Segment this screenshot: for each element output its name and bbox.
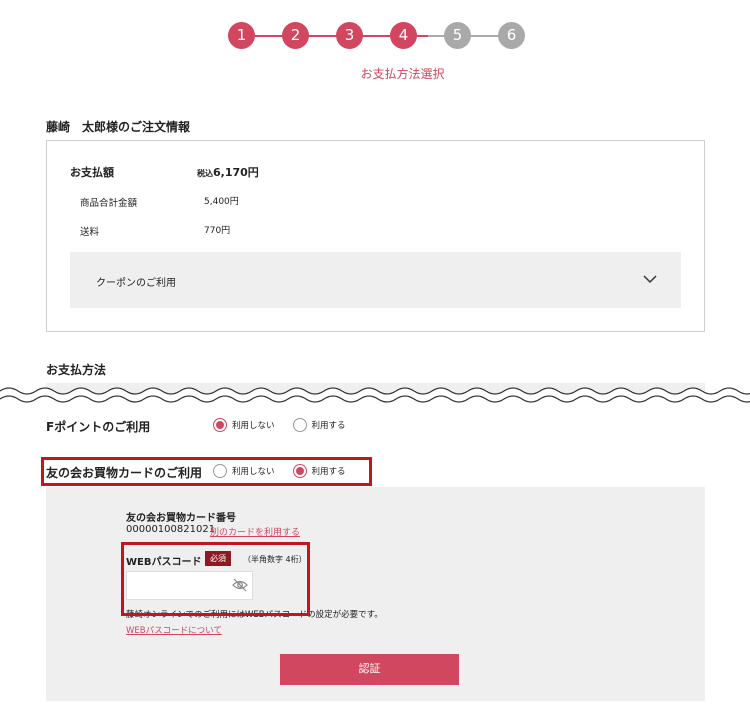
friend-card-radio-group: 利用しない 利用する xyxy=(213,464,364,478)
passcode-highlight xyxy=(121,542,310,616)
radio-unselected-icon[interactable] xyxy=(292,418,307,432)
step-4: 4 xyxy=(390,22,417,49)
fpoint-radio-group: 利用しない 利用する xyxy=(213,418,364,432)
fpoint-label: Fポイントのご利用 xyxy=(46,420,151,434)
fpoint-option-no[interactable]: 利用しない xyxy=(213,418,275,432)
coupon-accordion[interactable]: クーポンのご利用 xyxy=(70,252,681,308)
step-1: 1 xyxy=(228,22,255,49)
chevron-down-icon xyxy=(643,275,657,284)
card-number-label: 友の会お買物カード番号 xyxy=(126,513,236,524)
radio-selected-icon[interactable] xyxy=(213,418,227,432)
coupon-label: クーポンのご利用 xyxy=(96,278,176,289)
authenticate-button[interactable]: 認証 xyxy=(280,654,459,685)
fpoint-option-yes[interactable]: 利用する xyxy=(292,418,346,432)
order-summary-box: お支払額 税込6,170円 商品合計金額 5,400円 送料 770円 クーポン… xyxy=(46,140,705,332)
shipping-label: 送料 xyxy=(80,227,100,238)
step-caption: お支払方法選択 xyxy=(360,67,445,81)
tax-note: 税込 xyxy=(197,169,213,178)
checkout-stepper: 1 2 3 4 5 6 xyxy=(228,22,525,50)
order-title: 藤崎 太郎様のご注文情報 xyxy=(46,120,191,134)
total-label: お支払額 xyxy=(70,166,114,179)
step-6: 6 xyxy=(498,22,525,49)
cut-wave-divider xyxy=(0,387,750,407)
shipping-value: 770円 xyxy=(204,226,231,236)
subtotal-value: 5,400円 xyxy=(204,197,239,207)
other-card-link[interactable]: 別のカードを利用する xyxy=(210,525,300,538)
subtotal-label: 商品合計金額 xyxy=(80,198,138,209)
fpoint-option-yes-label: 利用する xyxy=(311,421,346,431)
passcode-about-link[interactable]: WEBパスコードについて xyxy=(126,624,222,636)
radio-unselected-icon[interactable] xyxy=(213,464,227,478)
friend-card-option-yes-label: 利用する xyxy=(311,467,346,477)
step-5: 5 xyxy=(444,22,471,49)
total-amount: 6,170円 xyxy=(213,166,259,179)
radio-selected-icon[interactable] xyxy=(292,464,307,478)
friend-card-label: 友の会お買物カードのご利用 xyxy=(46,466,203,480)
friend-card-option-yes[interactable]: 利用する xyxy=(292,464,346,478)
friend-card-option-no[interactable]: 利用しない xyxy=(213,464,275,478)
total-value: 税込6,170円 xyxy=(197,164,259,180)
step-2: 2 xyxy=(282,22,309,49)
card-number-value: 00000100821021 xyxy=(126,524,216,535)
friend-card-option-no-label: 利用しない xyxy=(232,467,275,477)
payment-title: お支払方法 xyxy=(46,363,107,377)
step-3: 3 xyxy=(336,22,363,49)
fpoint-option-no-label: 利用しない xyxy=(232,421,275,431)
